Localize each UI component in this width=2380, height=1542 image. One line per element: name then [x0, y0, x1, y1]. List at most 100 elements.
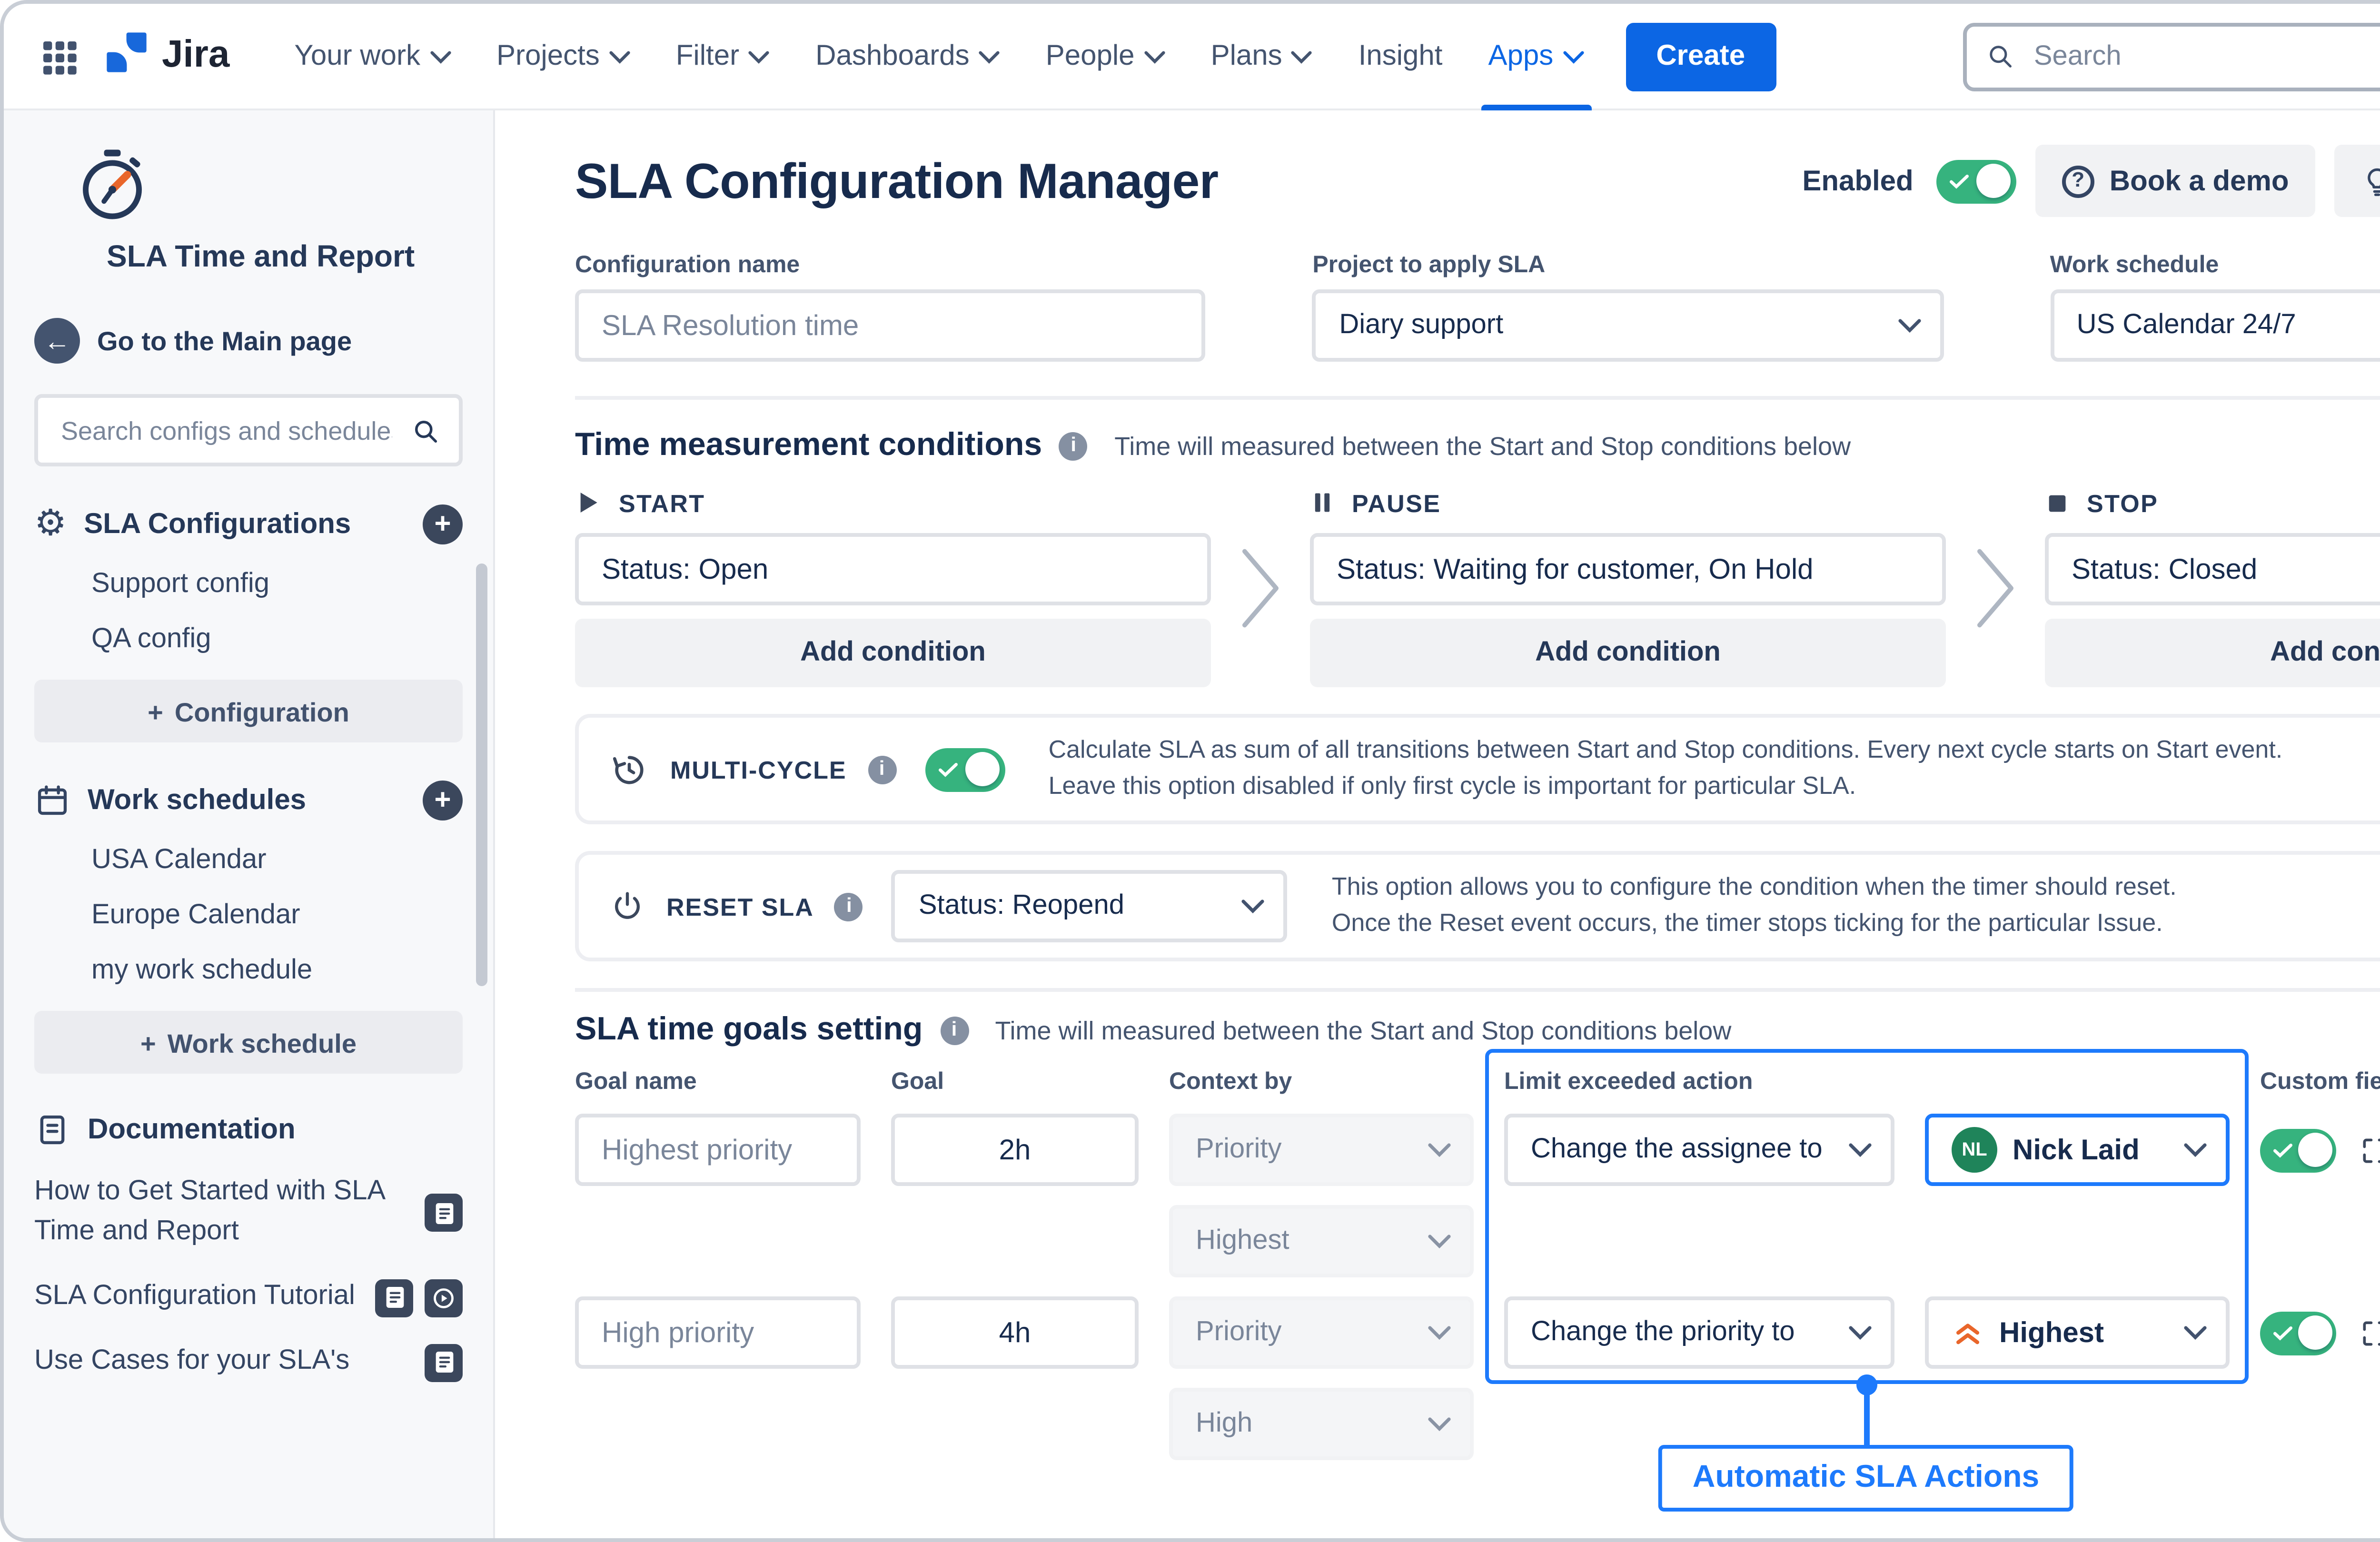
- global-search[interactable]: [1964, 22, 2380, 90]
- start-condition-input[interactable]: Status: Open: [575, 533, 1211, 605]
- limit-action-select[interactable]: Change the assignee to: [1504, 1114, 1894, 1186]
- add-work-schedule-button[interactable]: + Work schedule: [34, 1011, 463, 1074]
- back-to-main-link[interactable]: ← Go to the Main page: [34, 318, 463, 364]
- doc-item-get-started[interactable]: How to Get Started with SLA Time and Rep…: [34, 1173, 463, 1253]
- stop-add-condition-button[interactable]: Add condition: [2045, 619, 2380, 687]
- stop-icon: [2045, 490, 2070, 515]
- article-badge-icon: [425, 1343, 463, 1381]
- add-configuration-icon[interactable]: +: [423, 504, 463, 544]
- calendar-icon: [34, 782, 70, 819]
- highest-priority-icon: [1952, 1318, 1984, 1347]
- sidebar-item-usa-calendar[interactable]: USA Calendar: [91, 845, 463, 876]
- nav-people[interactable]: People: [1023, 3, 1188, 109]
- info-icon[interactable]: i: [835, 892, 863, 920]
- goal-time-input[interactable]: 2h: [891, 1114, 1139, 1186]
- multi-cycle-toggle[interactable]: [925, 747, 1005, 791]
- check-icon: [938, 761, 957, 778]
- section-divider: [575, 396, 2380, 400]
- enabled-toggle[interactable]: [1936, 159, 2016, 203]
- custom-field-cell: [2260, 1296, 2380, 1369]
- column-header-goal: Goal: [891, 1068, 1139, 1095]
- project-label: Project to apply SLA: [1312, 251, 1943, 278]
- primary-nav: Your work Projects Filter Dashboards Peo…: [271, 3, 1606, 109]
- add-configuration-button[interactable]: + Configuration: [34, 680, 463, 742]
- reset-sla-select[interactable]: Status: Reopend: [892, 870, 1288, 942]
- goal-time-input[interactable]: 4h: [891, 1296, 1139, 1369]
- stopwatch-icon: [72, 145, 152, 225]
- search-icon: [411, 414, 440, 446]
- sidebar-item-europe-calendar[interactable]: Europe Calendar: [91, 900, 463, 931]
- sidebar-item-support-config[interactable]: Support config: [91, 569, 463, 600]
- video-badge-icon: [425, 1278, 463, 1316]
- configuration-name-input[interactable]: SLA Resolution time: [575, 289, 1206, 362]
- app-switcher-icon[interactable]: [34, 31, 84, 81]
- section-divider: [575, 988, 2380, 992]
- setup-wizard-button[interactable]: Setup Wizard: [2335, 145, 2380, 217]
- create-button[interactable]: Create: [1626, 22, 1775, 90]
- info-icon[interactable]: i: [868, 755, 896, 783]
- info-icon[interactable]: i: [940, 1016, 969, 1044]
- chevron-down-icon: [1428, 1234, 1451, 1249]
- lightbulb-icon: [2361, 165, 2380, 197]
- expand-icon[interactable]: [2359, 1316, 2380, 1349]
- stop-condition-input[interactable]: Status: Closed: [2045, 533, 2380, 605]
- pause-condition-input[interactable]: Status: Waiting for customer, On Hold: [1310, 533, 1946, 605]
- add-schedule-icon[interactable]: +: [423, 781, 463, 820]
- start-condition-column: START Status: Open Add condition: [575, 487, 1211, 687]
- context-value-select[interactable]: Highest: [1169, 1205, 1474, 1277]
- back-arrow-icon: ←: [34, 318, 80, 364]
- sidebar-item-my-work-schedule[interactable]: my work schedule: [91, 956, 463, 986]
- context-by-select[interactable]: Priority: [1169, 1114, 1474, 1186]
- check-icon: [2273, 1141, 2292, 1158]
- project-select[interactable]: Diary support: [1312, 289, 1943, 362]
- priority-value-select[interactable]: Highest: [1925, 1296, 2230, 1369]
- doc-item-use-cases[interactable]: Use Cases for your SLA's: [34, 1342, 463, 1382]
- pause-condition-column: PAUSE Status: Waiting for customer, On H…: [1310, 487, 1946, 687]
- chevron-down-icon: [1849, 1142, 1872, 1157]
- sidebar-search[interactable]: [34, 394, 463, 466]
- configurations-gear-icon: ⚙: [34, 506, 67, 543]
- goals-section-subtitle: Time will measured between the Start and…: [995, 1016, 1732, 1044]
- enabled-label: Enabled: [1802, 165, 1913, 197]
- info-icon[interactable]: i: [1059, 431, 1088, 460]
- power-icon: [609, 888, 645, 924]
- nav-apps[interactable]: Apps: [1466, 3, 1607, 109]
- goal-name-input[interactable]: High priority: [575, 1296, 861, 1369]
- callout-connector-line: [1864, 1392, 1870, 1445]
- sidebar-item-qa-config[interactable]: QA config: [91, 624, 463, 655]
- global-search-input[interactable]: [2030, 39, 2375, 73]
- multi-cycle-description: Calculate SLA as sum of all transitions …: [1049, 733, 2283, 805]
- doc-item-configuration-tutorial[interactable]: SLA Configuration Tutorial: [34, 1277, 463, 1317]
- nav-your-work[interactable]: Your work: [271, 3, 474, 109]
- sla-app-logo: [34, 145, 463, 234]
- assignee-select[interactable]: NL Nick Laid: [1925, 1114, 2230, 1186]
- nav-plans[interactable]: Plans: [1188, 3, 1336, 109]
- configuration-form: Configuration name SLA Resolution time P…: [575, 251, 2380, 362]
- sidebar-search-input[interactable]: [57, 414, 396, 446]
- limit-action-select[interactable]: Change the priority to: [1504, 1296, 1894, 1369]
- sla-goals-table: Goal name Goal Context by Limit exceeded…: [575, 1064, 2380, 1538]
- nav-insight[interactable]: Insight: [1336, 3, 1466, 109]
- nav-projects[interactable]: Projects: [474, 3, 653, 109]
- nav-filter[interactable]: Filter: [653, 3, 793, 109]
- nav-dashboards[interactable]: Dashboards: [793, 3, 1023, 109]
- jira-logo[interactable]: Jira: [103, 28, 229, 85]
- context-by-select[interactable]: Priority: [1169, 1296, 1474, 1369]
- app-sidebar: SLA Time and Report ← Go to the Main pag…: [4, 110, 495, 1538]
- custom-field-toggle[interactable]: [2260, 1128, 2336, 1172]
- book-demo-button[interactable]: ? Book a demo: [2035, 145, 2316, 217]
- sidebar-scrollbar-thumb[interactable]: [476, 563, 487, 986]
- jira-logo-icon: [103, 28, 150, 85]
- time-measurement-conditions: START Status: Open Add condition PAUSE S…: [575, 487, 2380, 687]
- flow-chevron-icon: [1226, 541, 1295, 636]
- start-add-condition-button[interactable]: Add condition: [575, 619, 1211, 687]
- goal-name-input[interactable]: Highest priority: [575, 1114, 861, 1186]
- chevron-down-icon: [1849, 1325, 1872, 1340]
- context-value-select[interactable]: High: [1169, 1388, 1474, 1460]
- custom-field-toggle[interactable]: [2260, 1311, 2336, 1354]
- pause-add-condition-button[interactable]: Add condition: [1310, 619, 1946, 687]
- work-schedule-select[interactable]: US Calendar 24/7: [2050, 289, 2380, 362]
- expand-icon[interactable]: [2359, 1134, 2380, 1166]
- app-title: SLA Time and Report: [34, 242, 463, 276]
- documentation-icon: [34, 1112, 70, 1148]
